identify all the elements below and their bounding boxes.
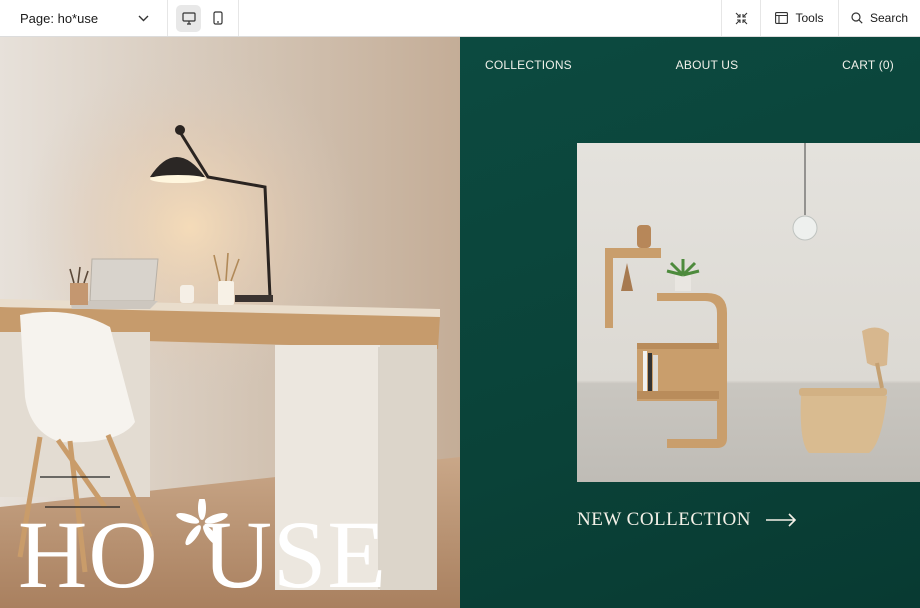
hero-panel: COLLECTIONS ABOUT US CART (0) NEW COLLEC…: [460, 37, 920, 608]
nav-cart-link[interactable]: CART (0): [842, 58, 894, 72]
search-button[interactable]: Search: [838, 0, 920, 36]
desktop-icon: [181, 11, 196, 25]
mobile-icon: [212, 11, 223, 25]
brand-text-left: HO: [18, 501, 159, 608]
search-label: Search: [869, 11, 909, 25]
desktop-view-button[interactable]: [176, 4, 201, 32]
tools-icon: [775, 12, 789, 24]
tools-label: Tools: [795, 11, 824, 25]
page-selector-label: Page: ho*use: [20, 10, 99, 26]
nav-about-link[interactable]: ABOUT US: [676, 58, 739, 72]
page-selector[interactable]: Page: ho*use: [0, 0, 168, 36]
tools-button[interactable]: Tools: [760, 0, 838, 36]
cta-label: NEW COLLECTION: [577, 509, 751, 530]
device-switcher: [168, 0, 239, 36]
collapse-button[interactable]: [721, 0, 760, 36]
shelf-chair-illustration: [605, 143, 889, 453]
arrow-right-icon: [765, 513, 797, 527]
brand-logo: HO USE: [18, 499, 438, 603]
site-nav: COLLECTIONS ABOUT US CART (0): [485, 58, 894, 72]
collapse-icon: [735, 12, 747, 24]
brand-text-right: USE: [202, 501, 388, 608]
editor-toolbar: Page: ho*use Tools Search: [0, 0, 920, 37]
collection-feature-image: [577, 143, 920, 482]
site-canvas: HO USE COLLECTIONS ABOUT US CART (0) NEW…: [0, 37, 920, 608]
hero-image-desk: HO USE: [0, 37, 460, 608]
chevron-down-icon: [137, 12, 149, 24]
nav-collections-link[interactable]: COLLECTIONS: [485, 58, 572, 72]
mobile-view-button[interactable]: [205, 5, 230, 32]
search-icon: [851, 12, 863, 24]
new-collection-link[interactable]: NEW COLLECTION: [577, 509, 797, 531]
